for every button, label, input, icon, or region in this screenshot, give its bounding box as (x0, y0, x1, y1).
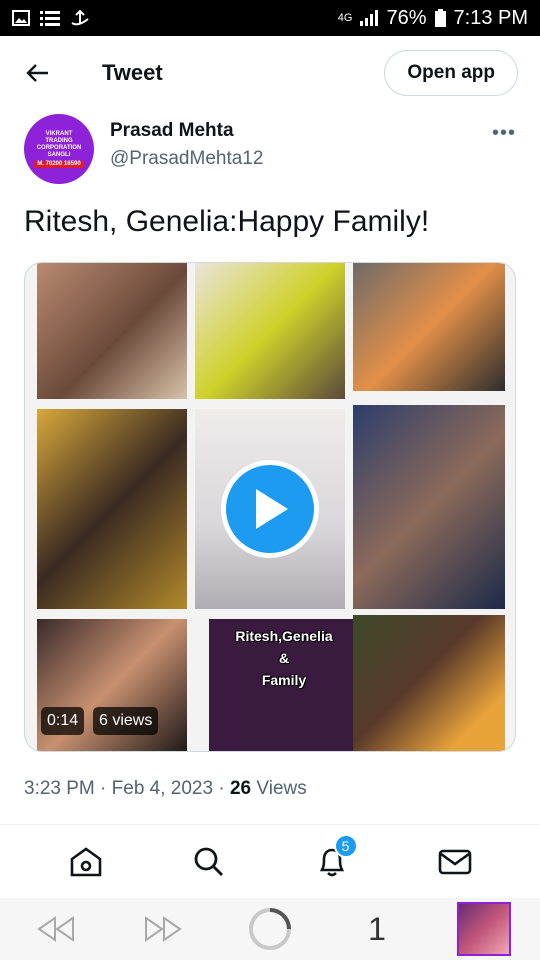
status-icons-right: 4G 76% 7:13 PM (338, 7, 528, 30)
video-duration: 0:14 (41, 707, 85, 735)
photo-tile (353, 615, 505, 751)
fast-forward-button[interactable] (135, 904, 191, 954)
usb-icon (71, 9, 89, 26)
caption-line: Ritesh,Genelia (235, 628, 333, 644)
video-views: 6 views (93, 707, 159, 735)
photo-tile (37, 409, 187, 609)
meta-separator: · (100, 778, 112, 799)
open-app-button[interactable]: Open app (384, 50, 518, 96)
header-bar: Tweet Open app (0, 36, 540, 110)
play-icon (256, 489, 288, 529)
list-icon (40, 11, 60, 26)
status-bar: 4G 76% 7:13 PM (0, 0, 540, 36)
clock: 7:13 PM (453, 6, 528, 29)
photo-tile (195, 263, 345, 399)
signal-icon (360, 10, 379, 26)
caption-line: & (278, 650, 290, 666)
photo-tile (37, 263, 187, 399)
tab-switcher-button[interactable]: 1 (349, 904, 405, 954)
page-title: Tweet (102, 60, 163, 85)
notification-badge: 5 (333, 834, 358, 858)
gallery-icon (12, 10, 30, 26)
battery-icon (434, 9, 446, 27)
author-handle[interactable]: @PrasadMehta12 (110, 148, 263, 170)
avatar-text-line: CORPORATION (36, 144, 82, 151)
bottom-tab-bar: 5 (0, 826, 540, 898)
tab-count: 1 (368, 910, 386, 947)
author-names: Prasad Mehta @PrasadMehta12 (110, 114, 263, 186)
caption-tile: Ritesh,Genelia & Family (209, 619, 359, 751)
browser-nav-bar: 1 (0, 898, 540, 960)
photo-tile (353, 405, 505, 609)
search-icon (194, 847, 223, 876)
video-caption: Ritesh,Genelia & Family (209, 625, 359, 691)
avatar[interactable]: VIKRANT TRADING CORPORATION SANGLI M. 70… (24, 114, 94, 184)
back-button[interactable] (22, 57, 54, 89)
fast-forward-icon (145, 916, 182, 942)
tweet-text: Ritesh, Genelia:Happy Family! (24, 205, 430, 238)
video-player[interactable]: Ritesh,Genelia & Family 0:14 6 views (24, 262, 516, 752)
mail-icon (438, 849, 471, 875)
network-type: 4G (337, 12, 353, 24)
views-count: 26 (229, 778, 252, 799)
tweet-time[interactable]: 3:23 PM (24, 778, 95, 799)
tab-messages[interactable] (433, 840, 477, 884)
photo-tile (353, 263, 505, 391)
loading-button[interactable] (242, 904, 298, 954)
tweet-meta: 3:23 PM · Feb 4, 2023 · 26 Views (24, 778, 307, 800)
avatar-text-line: VIKRANT (45, 130, 73, 137)
caption-line: Family (261, 672, 307, 688)
divider (0, 824, 540, 825)
rewind-icon (37, 916, 74, 942)
views-label: Views (256, 778, 307, 799)
avatar-text-line: TRADING (45, 137, 73, 144)
rewind-button[interactable] (28, 904, 84, 954)
home-icon (70, 847, 101, 877)
tab-home[interactable] (64, 840, 108, 884)
meta-separator: · (218, 778, 230, 799)
tweet-author: VIKRANT TRADING CORPORATION SANGLI M. 70… (24, 114, 516, 186)
avatar-text-line: M. 70200 16590 (34, 160, 84, 168)
loading-spinner-icon (249, 908, 291, 950)
tab-notifications[interactable]: 5 (310, 834, 358, 884)
profile-thumbnail (457, 902, 511, 956)
status-icons-left (12, 9, 90, 27)
author-name[interactable]: Prasad Mehta (110, 120, 263, 142)
battery-percent: 76% (386, 6, 427, 29)
play-button[interactable] (221, 460, 319, 558)
more-options-icon[interactable]: ••• (492, 122, 516, 145)
profile-button[interactable] (456, 902, 512, 956)
avatar-text-line: SANGLI (47, 151, 71, 158)
tab-search[interactable] (187, 840, 231, 884)
arrow-left-icon (26, 64, 48, 82)
tweet-date[interactable]: Feb 4, 2023 (112, 778, 213, 799)
